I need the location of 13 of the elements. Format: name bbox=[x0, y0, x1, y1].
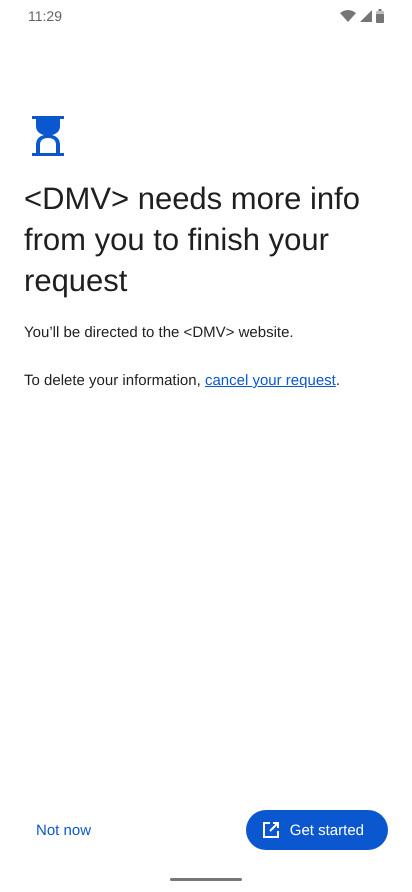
open-external-icon bbox=[262, 821, 280, 839]
hourglass-icon bbox=[32, 116, 64, 156]
signal-icon bbox=[360, 10, 372, 22]
home-indicator[interactable] bbox=[170, 878, 242, 880]
status-time: 11:29 bbox=[28, 8, 62, 24]
battery-icon bbox=[376, 9, 384, 23]
wifi-icon bbox=[340, 10, 356, 22]
delete-note: To delete your information, cancel your request. bbox=[24, 371, 342, 391]
cancel-request-link[interactable]: cancel your request bbox=[204, 372, 336, 389]
get-started-button[interactable]: Get started bbox=[246, 810, 388, 850]
page-title: <DMV> needs more info from you to finish your request bbox=[24, 180, 362, 300]
not-now-button[interactable]: Not now bbox=[24, 812, 104, 848]
body-text: You’ll be directed to the <DMV> website. bbox=[24, 323, 295, 343]
